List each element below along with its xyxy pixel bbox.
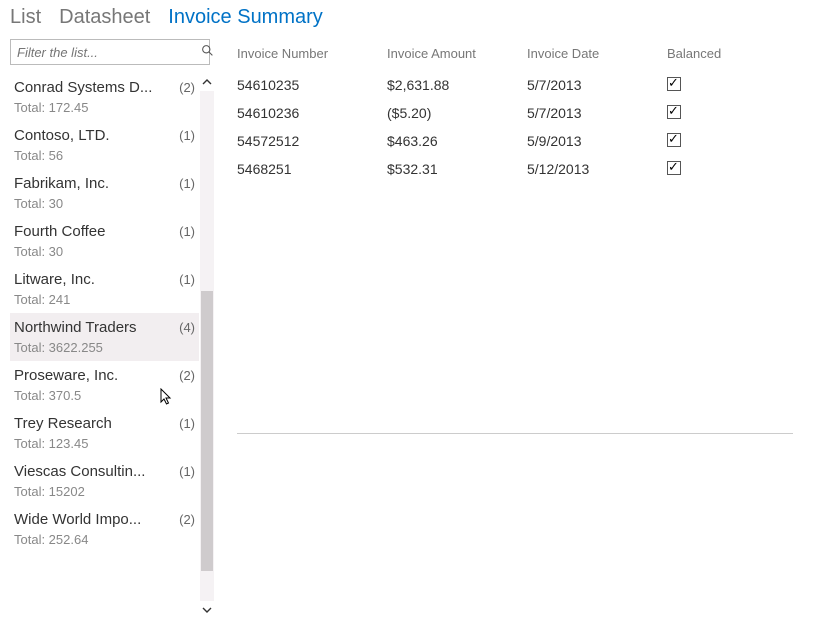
list-item[interactable]: Litware, Inc. (1) Total: 241	[10, 265, 199, 313]
filter-box[interactable]	[10, 39, 210, 65]
header-invoice-date[interactable]: Invoice Date	[527, 46, 667, 61]
list-item-count: (1)	[179, 128, 195, 143]
list-item-sub: Total: 172.45	[14, 100, 195, 115]
list-item-name: Conrad Systems D...	[14, 79, 152, 96]
invoice-table: Invoice Number Invoice Amount Invoice Da…	[237, 39, 793, 183]
scroll-up-icon[interactable]	[199, 73, 215, 91]
list-item-name: Fabrikam, Inc.	[14, 175, 109, 192]
list-item-sub: Total: 30	[14, 244, 195, 259]
scroll-track[interactable]	[200, 91, 214, 601]
checkbox-icon[interactable]	[667, 105, 681, 119]
list-item-count: (1)	[179, 416, 195, 431]
cell-invoice-date: 5/9/2013	[527, 133, 667, 149]
scrollbar[interactable]	[199, 73, 215, 619]
cell-invoice-number: 54610235	[237, 77, 387, 93]
list-item[interactable]: Fabrikam, Inc. (1) Total: 30	[10, 169, 199, 217]
checkbox-icon[interactable]	[667, 133, 681, 147]
list-item-sub: Total: 123.45	[14, 436, 195, 451]
header-invoice-number[interactable]: Invoice Number	[237, 46, 387, 61]
cell-invoice-amount: ($5.20)	[387, 105, 527, 121]
cell-invoice-amount: $2,631.88	[387, 77, 527, 93]
divider	[237, 433, 793, 434]
tab-list[interactable]: List	[10, 6, 41, 29]
list-item-count: (2)	[179, 368, 195, 383]
list-item[interactable]: Trey Research (1) Total: 123.45	[10, 409, 199, 457]
list-item-count: (2)	[179, 80, 195, 95]
list-item-name: Litware, Inc.	[14, 271, 95, 288]
cell-balanced	[667, 105, 767, 122]
cell-invoice-date: 5/7/2013	[527, 105, 667, 121]
list-item[interactable]: Contoso, LTD. (1) Total: 56	[10, 121, 199, 169]
list-item[interactable]: Fourth Coffee (1) Total: 30	[10, 217, 199, 265]
list-item-count: (1)	[179, 272, 195, 287]
cell-balanced	[667, 133, 767, 150]
header-balanced[interactable]: Balanced	[667, 46, 767, 61]
list-item-sub: Total: 241	[14, 292, 195, 307]
tab-bar: List Datasheet Invoice Summary	[0, 0, 813, 39]
list-item-count: (2)	[179, 512, 195, 527]
table-row[interactable]: 54572512$463.265/9/2013	[237, 127, 793, 155]
list-item-name: Trey Research	[14, 415, 112, 432]
list-item[interactable]: Wide World Impo... (2) Total: 252.64	[10, 505, 199, 553]
cell-invoice-date: 5/7/2013	[527, 77, 667, 93]
content-pane: Invoice Number Invoice Amount Invoice Da…	[215, 39, 813, 619]
cell-balanced	[667, 161, 767, 178]
scroll-down-icon[interactable]	[199, 601, 215, 619]
list-item-count: (4)	[179, 320, 195, 335]
list-item[interactable]: Northwind Traders (4) Total: 3622.255	[10, 313, 199, 361]
list-item[interactable]: Proseware, Inc. (2) Total: 370.5	[10, 361, 199, 409]
list-item-sub: Total: 30	[14, 196, 195, 211]
list-item-sub: Total: 56	[14, 148, 195, 163]
cell-invoice-number: 54610236	[237, 105, 387, 121]
table-row[interactable]: 5468251$532.315/12/2013	[237, 155, 793, 183]
filter-input[interactable]	[11, 40, 201, 64]
list-item-sub: Total: 252.64	[14, 532, 195, 547]
list-item-sub: Total: 15202	[14, 484, 195, 499]
cell-invoice-date: 5/12/2013	[527, 161, 667, 177]
cell-invoice-amount: $532.31	[387, 161, 527, 177]
table-row[interactable]: 54610235$2,631.885/7/2013	[237, 71, 793, 99]
list-item-name: Fourth Coffee	[14, 223, 105, 240]
list-item-sub: Total: 3622.255	[14, 340, 195, 355]
cell-invoice-amount: $463.26	[387, 133, 527, 149]
header-invoice-amount[interactable]: Invoice Amount	[387, 46, 527, 61]
tab-datasheet[interactable]: Datasheet	[59, 6, 150, 29]
list-item-name: Viescas Consultin...	[14, 463, 145, 480]
checkbox-icon[interactable]	[667, 161, 681, 175]
tab-invoice-summary[interactable]: Invoice Summary	[168, 6, 323, 29]
cell-invoice-number: 5468251	[237, 161, 387, 177]
sidebar-list: Conrad Systems D... (2) Total: 172.45 Conto…	[10, 73, 199, 619]
checkbox-icon[interactable]	[667, 77, 681, 91]
list-item-name: Northwind Traders	[14, 319, 137, 336]
cell-balanced	[667, 77, 767, 94]
list-item-count: (1)	[179, 464, 195, 479]
list-item-name: Contoso, LTD.	[14, 127, 110, 144]
sidebar: Conrad Systems D... (2) Total: 172.45 Conto…	[0, 39, 215, 619]
list-item-count: (1)	[179, 176, 195, 191]
list-item-name: Proseware, Inc.	[14, 367, 118, 384]
table-header: Invoice Number Invoice Amount Invoice Da…	[237, 39, 793, 67]
cell-invoice-number: 54572512	[237, 133, 387, 149]
list-item-sub: Total: 370.5	[14, 388, 195, 403]
table-row[interactable]: 54610236($5.20)5/7/2013	[237, 99, 793, 127]
list-item[interactable]: Conrad Systems D... (2) Total: 172.45	[10, 73, 199, 121]
scroll-thumb[interactable]	[201, 291, 213, 571]
list-item[interactable]: Viescas Consultin... (1) Total: 15202	[10, 457, 199, 505]
list-item-count: (1)	[179, 224, 195, 239]
list-item-name: Wide World Impo...	[14, 511, 141, 528]
search-icon[interactable]	[201, 44, 214, 60]
